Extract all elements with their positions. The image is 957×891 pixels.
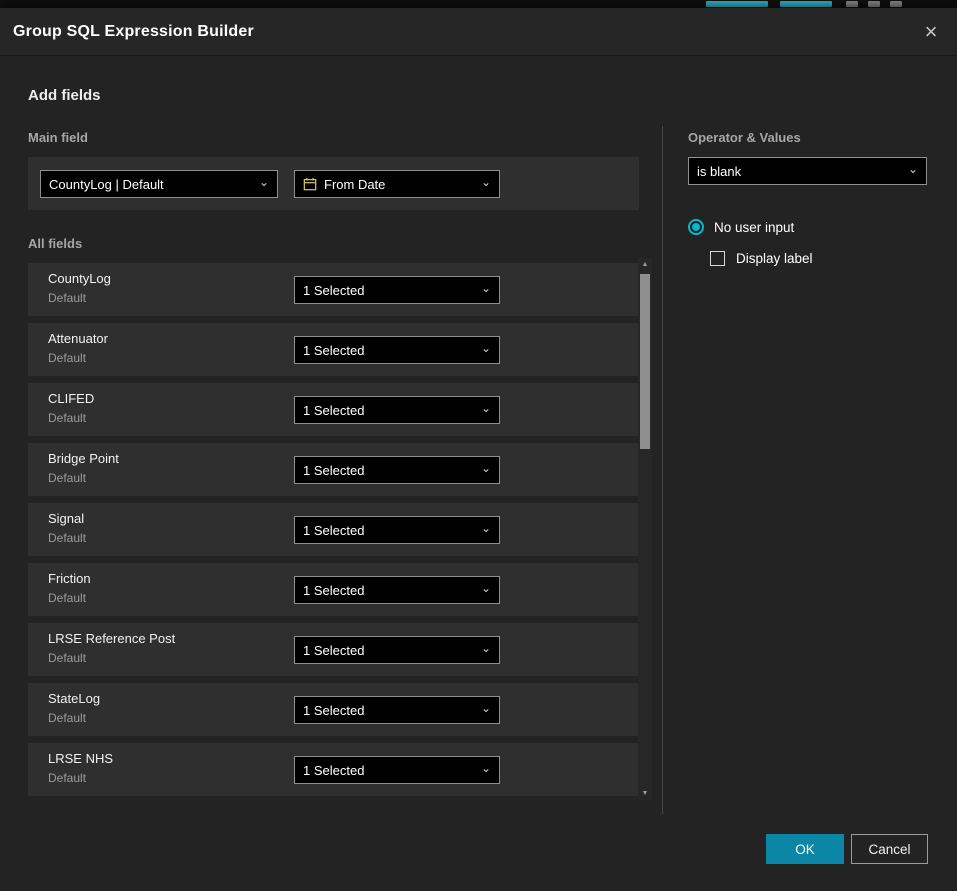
dropdown-value: 1 Selected (303, 403, 475, 418)
chevron-down-icon: ⌄ (259, 177, 269, 187)
radio-label: No user input (714, 220, 794, 235)
dialog-title: Group SQL Expression Builder (13, 23, 254, 41)
field-selection-dropdown[interactable]: 1 Selected ⌄ (294, 276, 500, 304)
main-date-field-dropdown[interactable]: From Date ⌄ (294, 170, 500, 198)
chevron-down-icon: ⌄ (481, 523, 491, 533)
calendar-icon (303, 177, 317, 191)
cancel-button[interactable]: Cancel (851, 834, 928, 864)
field-name: CLIFED (48, 391, 94, 406)
field-selection-dropdown[interactable]: 1 Selected ⌄ (294, 516, 500, 544)
field-subtitle: Default (48, 711, 86, 725)
field-name: StateLog (48, 691, 100, 706)
field-subtitle: Default (48, 351, 86, 365)
background-fragment (780, 1, 832, 7)
field-subtitle: Default (48, 651, 86, 665)
scroll-down-icon[interactable]: ▼ (638, 787, 652, 800)
chevron-down-icon: ⌄ (481, 583, 491, 593)
all-fields-list: CountyLog Default 1 Selected ⌄ Attenuato… (28, 263, 639, 803)
field-name: LRSE Reference Post (48, 631, 175, 646)
dropdown-value: 1 Selected (303, 463, 475, 478)
field-row: LRSE Reference Post Default 1 Selected ⌄ (28, 623, 639, 676)
field-subtitle: Default (48, 771, 86, 785)
field-row: StateLog Default 1 Selected ⌄ (28, 683, 639, 736)
dialog-group-sql-expression-builder: Group SQL Expression Builder × Add field… (0, 8, 957, 891)
add-fields-heading: Add fields (28, 87, 101, 104)
field-row: LRSE NHS Default 1 Selected ⌄ (28, 743, 639, 796)
checkbox-icon (710, 251, 725, 266)
chevron-down-icon: ⌄ (481, 703, 491, 713)
field-name: LRSE NHS (48, 751, 113, 766)
field-name: Friction (48, 571, 91, 586)
close-button[interactable]: × (917, 18, 945, 46)
main-field-label: Main field (28, 130, 88, 145)
radio-selected-icon (688, 219, 704, 235)
field-name: Attenuator (48, 331, 108, 346)
field-selection-dropdown[interactable]: 1 Selected ⌄ (294, 576, 500, 604)
dropdown-value: CountyLog | Default (49, 177, 253, 192)
chevron-down-icon: ⌄ (481, 283, 491, 293)
main-field-panel: CountyLog | Default ⌄ From Date ⌄ (28, 157, 639, 210)
chevron-down-icon: ⌄ (481, 403, 491, 413)
field-selection-dropdown[interactable]: 1 Selected ⌄ (294, 456, 500, 484)
field-subtitle: Default (48, 411, 86, 425)
dropdown-value: 1 Selected (303, 643, 475, 658)
field-subtitle: Default (48, 531, 86, 545)
field-selection-dropdown[interactable]: 1 Selected ⌄ (294, 696, 500, 724)
field-name: Bridge Point (48, 451, 119, 466)
dropdown-value: is blank (697, 164, 902, 179)
dropdown-value: 1 Selected (303, 523, 475, 538)
field-row: Attenuator Default 1 Selected ⌄ (28, 323, 639, 376)
dialog-header: Group SQL Expression Builder × (0, 8, 957, 56)
field-subtitle: Default (48, 291, 86, 305)
field-subtitle: Default (48, 591, 86, 605)
background-fragment (706, 1, 768, 7)
background-fragment (868, 1, 880, 7)
all-fields-label: All fields (28, 236, 82, 251)
display-label-checkbox[interactable]: Display label (710, 251, 813, 266)
background-fragment (846, 1, 858, 7)
dropdown-value: 1 Selected (303, 583, 475, 598)
scroll-up-icon[interactable]: ▲ (638, 258, 652, 271)
main-layer-dropdown[interactable]: CountyLog | Default ⌄ (40, 170, 278, 198)
chevron-down-icon: ⌄ (481, 463, 491, 473)
vertical-scrollbar[interactable]: ▲ ▼ (638, 258, 652, 800)
chevron-down-icon: ⌄ (481, 643, 491, 653)
field-subtitle: Default (48, 471, 86, 485)
background-app-strip (0, 0, 957, 8)
ok-button[interactable]: OK (766, 834, 844, 864)
field-selection-dropdown[interactable]: 1 Selected ⌄ (294, 636, 500, 664)
chevron-down-icon: ⌄ (908, 164, 918, 174)
dropdown-value: 1 Selected (303, 343, 475, 358)
screen: Group SQL Expression Builder × Add field… (0, 0, 957, 891)
chevron-down-icon: ⌄ (481, 763, 491, 773)
close-icon: × (925, 19, 938, 44)
operator-values-label: Operator & Values (688, 130, 801, 145)
field-selection-dropdown[interactable]: 1 Selected ⌄ (294, 336, 500, 364)
field-row: CountyLog Default 1 Selected ⌄ (28, 263, 639, 316)
field-name: CountyLog (48, 271, 111, 286)
field-row: Friction Default 1 Selected ⌄ (28, 563, 639, 616)
no-user-input-radio[interactable]: No user input (688, 219, 794, 235)
checkbox-label: Display label (736, 251, 813, 266)
chevron-down-icon: ⌄ (481, 177, 491, 187)
field-row: CLIFED Default 1 Selected ⌄ (28, 383, 639, 436)
field-row: Bridge Point Default 1 Selected ⌄ (28, 443, 639, 496)
operator-dropdown[interactable]: is blank ⌄ (688, 157, 927, 185)
field-row: Signal Default 1 Selected ⌄ (28, 503, 639, 556)
dropdown-value: 1 Selected (303, 283, 475, 298)
background-fragment (890, 1, 902, 7)
vertical-divider (662, 126, 663, 814)
chevron-down-icon: ⌄ (481, 343, 491, 353)
field-name: Signal (48, 511, 84, 526)
dropdown-value: From Date (324, 177, 475, 192)
dropdown-value: 1 Selected (303, 703, 475, 718)
field-selection-dropdown[interactable]: 1 Selected ⌄ (294, 756, 500, 784)
field-selection-dropdown[interactable]: 1 Selected ⌄ (294, 396, 500, 424)
dropdown-value: 1 Selected (303, 763, 475, 778)
scrollbar-thumb[interactable] (640, 274, 650, 449)
